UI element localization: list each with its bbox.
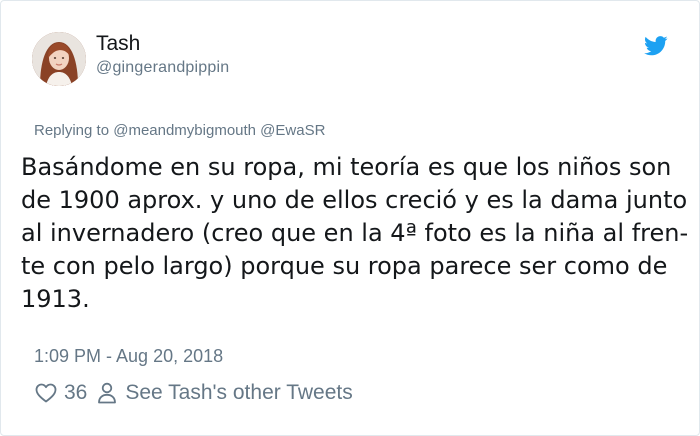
person-icon[interactable]: [97, 382, 117, 404]
see-other-tweets-link[interactable]: See Tash's other Tweets: [125, 381, 352, 405]
avatar[interactable]: [32, 32, 86, 86]
tweet-timestamp[interactable]: 1:09 PM - Aug 20, 2018: [34, 346, 223, 367]
heart-icon[interactable]: [34, 381, 58, 405]
tweet-text: Basándome en su ropa, mi teoría es que l…: [21, 153, 689, 313]
reply-mentions[interactable]: @meandmybigmouth @EwaSR: [113, 122, 325, 139]
avatar-image: [32, 32, 86, 86]
tweet-card: Tash @gingerandpippin Replying to @meand…: [0, 0, 700, 436]
author-handle[interactable]: @gingerandpippin: [96, 59, 229, 77]
replying-to: Replying to @meandmybigmouth @EwaSR: [34, 122, 325, 139]
tweet-actions: 36 See Tash's other Tweets: [34, 381, 353, 405]
replying-prefix: Replying to: [34, 122, 114, 139]
author-name[interactable]: Tash: [96, 32, 140, 56]
likes-count[interactable]: 36: [64, 381, 87, 405]
twitter-bird-icon[interactable]: [644, 36, 668, 56]
